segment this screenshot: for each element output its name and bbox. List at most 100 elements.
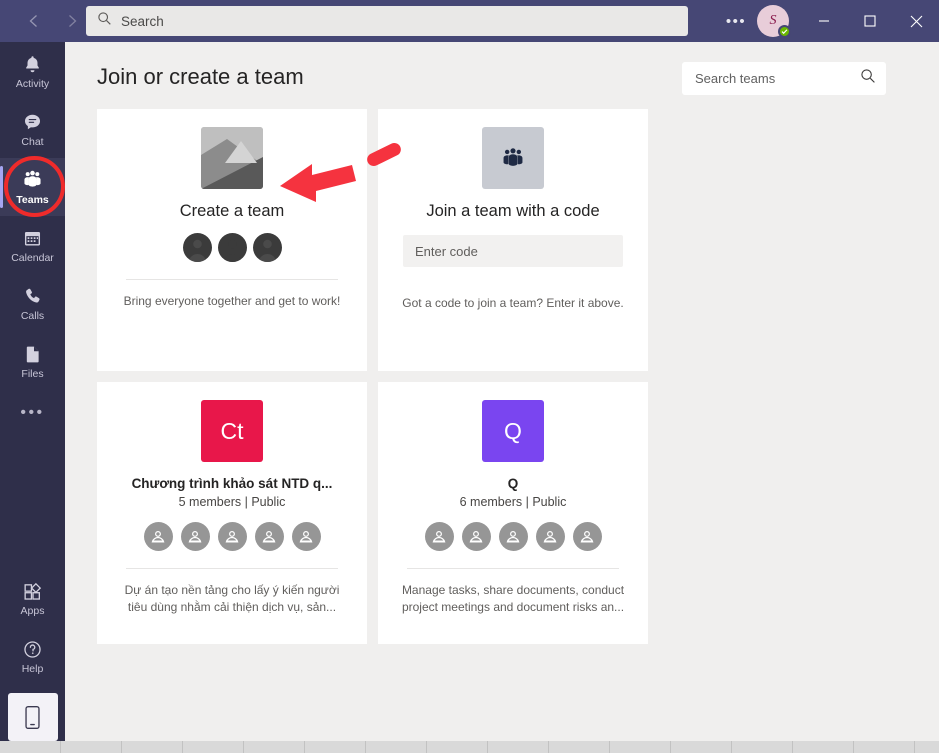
card-note: Got a code to join a team? Enter it abov… [402, 296, 624, 310]
avatar[interactable]: S [757, 5, 791, 38]
member-avatar [254, 522, 284, 551]
search-placeholder: Search [121, 13, 164, 29]
team-card-q[interactable]: Q Q 6 members | Public Manage tasks, sha… [378, 382, 648, 644]
taskbar-cell[interactable] [183, 741, 244, 753]
rail-label: Chat [21, 135, 44, 148]
divider [407, 568, 619, 569]
chat-icon [22, 111, 43, 133]
os-taskbar [0, 741, 939, 753]
forward-button[interactable] [64, 13, 80, 29]
rail-item-files[interactable]: Files [0, 332, 65, 390]
search-icon [860, 68, 876, 89]
search-icon [97, 11, 112, 31]
rail-item-activity[interactable]: Activity [0, 42, 65, 100]
search-teams-placeholder: Search teams [695, 71, 776, 86]
taskbar-cell[interactable] [427, 741, 488, 753]
taskbar-cell[interactable] [793, 741, 854, 753]
taskbar-cell[interactable] [549, 741, 610, 753]
card-meta: 6 members | Public [459, 495, 567, 509]
card-title: Chương trình khảo sát NTD q... [131, 476, 333, 491]
file-icon [22, 343, 43, 365]
taskbar-cell[interactable] [305, 741, 366, 753]
maximize-button[interactable] [847, 0, 893, 42]
taskbar-cell[interactable] [671, 741, 732, 753]
teams-grid: Create a team Bring everyone together an… [97, 109, 648, 644]
rail-label: Files [21, 367, 44, 380]
rail-more-button[interactable]: ••• [0, 390, 65, 436]
card-description: Bring everyone together and get to work! [123, 294, 341, 308]
team-avatar: Ct [201, 400, 263, 462]
rail-label: Help [21, 662, 44, 675]
bell-icon [22, 53, 43, 75]
rail-label: Calls [20, 309, 45, 322]
teams-window: Search ••• S Activity Chat Teams Calenda… [0, 0, 939, 753]
rail-item-calls[interactable]: Calls [0, 274, 65, 332]
calendar-icon [22, 227, 43, 249]
title-bar: Search ••• S [0, 0, 939, 42]
navigation-arrows [26, 13, 80, 29]
presence-available-icon [778, 25, 791, 38]
rail-item-teams[interactable]: Teams [0, 158, 65, 216]
card-description: Manage tasks, share documents, conduct p… [401, 583, 625, 614]
team-avatar: Q [482, 400, 544, 462]
avatar-placeholder [217, 233, 247, 262]
create-team-card[interactable]: Create a team Bring everyone together an… [97, 109, 367, 371]
rail-label: Calendar [11, 251, 54, 264]
taskbar-cell[interactable] [610, 741, 671, 753]
search-teams-input[interactable]: Search teams [682, 62, 886, 95]
member-avatar [143, 522, 173, 551]
member-avatar [291, 522, 321, 551]
team-initials: Ct [220, 417, 244, 444]
rail-item-chat[interactable]: Chat [0, 100, 65, 158]
team-initials: Q [504, 417, 522, 444]
taskbar-cell[interactable] [0, 741, 61, 753]
main-content: Join or create a team Search teams Creat… [65, 42, 939, 741]
member-avatar [498, 522, 528, 551]
rail-item-apps[interactable]: Apps [0, 569, 65, 627]
taskbar-cell[interactable] [854, 741, 915, 753]
member-avatar [461, 522, 491, 551]
avatar-group [143, 522, 321, 551]
help-icon [22, 638, 43, 660]
people-icon [21, 169, 44, 191]
rail-bottom-section: Apps Help [0, 569, 65, 753]
apps-icon [22, 580, 43, 602]
avatar-placeholder [182, 233, 212, 262]
app-rail: Activity Chat Teams Calendar Calls Files… [0, 42, 65, 753]
member-avatar [180, 522, 210, 551]
rail-item-calendar[interactable]: Calendar [0, 216, 65, 274]
more-options-button[interactable]: ••• [721, 0, 751, 42]
back-button[interactable] [26, 13, 42, 29]
join-team-code-card[interactable]: Join a team with a code Enter code Got a… [378, 109, 648, 371]
card-meta: 5 members | Public [178, 495, 286, 509]
taskbar-cell[interactable] [61, 741, 122, 753]
team-card-ct[interactable]: Ct Chương trình khảo sát NTD q... 5 memb… [97, 382, 367, 644]
taskbar-cell[interactable] [732, 741, 793, 753]
phone-icon [22, 285, 43, 307]
avatar-group [424, 522, 602, 551]
taskbar-cell[interactable] [244, 741, 305, 753]
member-avatar [217, 522, 247, 551]
minimize-button[interactable] [801, 0, 847, 42]
divider [126, 279, 338, 280]
close-button[interactable] [893, 0, 939, 42]
mobile-device-icon[interactable] [7, 693, 58, 741]
enter-code-input[interactable]: Enter code [403, 235, 623, 267]
taskbar-cell[interactable] [122, 741, 183, 753]
page-title: Join or create a team [97, 64, 304, 89]
member-avatar [535, 522, 565, 551]
member-avatar [572, 522, 602, 551]
search-input[interactable]: Search [86, 6, 688, 36]
avatar-group [182, 233, 282, 262]
rail-label: Teams [16, 193, 49, 206]
card-title: Create a team [179, 202, 285, 220]
card-title: Q [507, 476, 519, 491]
rail-label: Apps [20, 604, 45, 617]
taskbar-cell[interactable] [488, 741, 549, 753]
divider [126, 568, 338, 569]
image-placeholder-icon [201, 127, 263, 189]
card-description: Dự án tạo nền tảng cho lấy ý kiến người … [124, 583, 340, 614]
people-icon [482, 127, 544, 189]
rail-item-help[interactable]: Help [0, 627, 65, 685]
taskbar-cell[interactable] [366, 741, 427, 753]
